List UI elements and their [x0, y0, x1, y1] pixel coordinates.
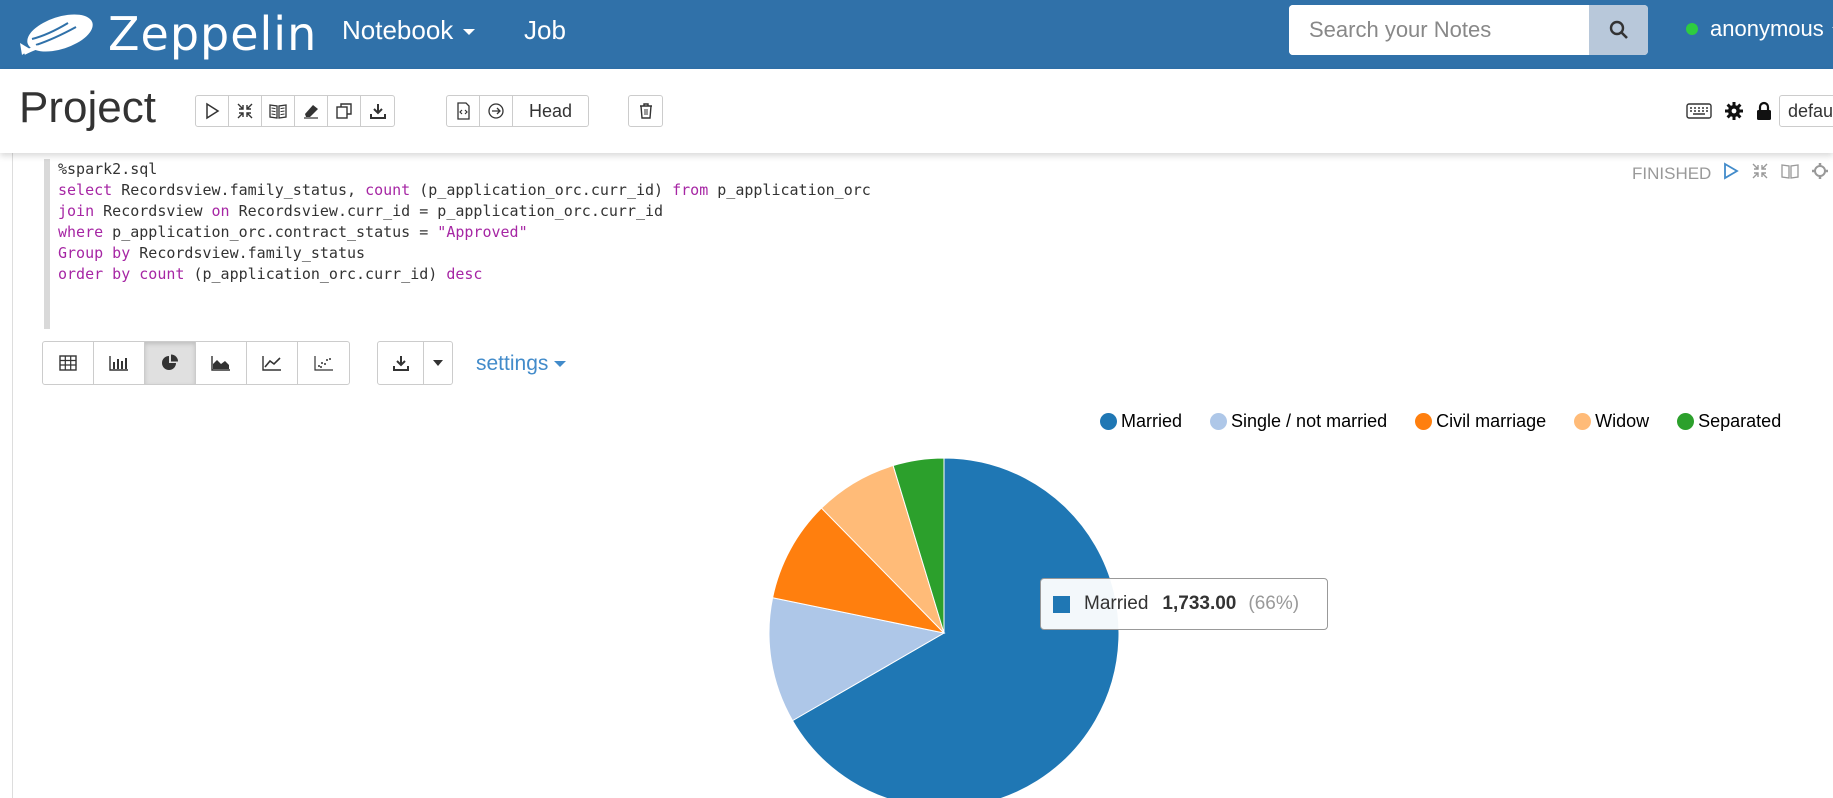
- search-input[interactable]: [1289, 5, 1589, 55]
- gear-icon: [1725, 102, 1743, 120]
- export-note-button[interactable]: [361, 96, 394, 126]
- clone-note-button[interactable]: [328, 96, 361, 126]
- chevron-down-icon: [463, 29, 476, 36]
- search-icon: [1609, 20, 1628, 39]
- job-link[interactable]: Job: [524, 15, 566, 46]
- hide-code-button[interactable]: [229, 96, 262, 126]
- commit-button[interactable]: [447, 96, 480, 126]
- tooltip-percent: (66%): [1248, 593, 1300, 614]
- username: anonymous: [1710, 16, 1824, 41]
- run-all-button[interactable]: [196, 96, 229, 126]
- search-button[interactable]: [1589, 5, 1648, 55]
- note-permissions-button[interactable]: [1756, 101, 1772, 126]
- user-menu[interactable]: anonymous: [1686, 16, 1833, 42]
- note-header: Project Head defau: [0, 69, 1833, 153]
- notebook-menu-label: Notebook: [342, 15, 454, 45]
- tooltip-swatch: [1053, 595, 1070, 613]
- keyboard-shortcut-button[interactable]: [1686, 103, 1712, 124]
- play-icon: [206, 102, 220, 120]
- top-navbar: Zeppelin Notebook Job anonymous: [0, 0, 1833, 69]
- online-status-icon: [1686, 23, 1698, 35]
- head-revision-button[interactable]: Head: [513, 96, 588, 126]
- paragraph: %spark2.sql select Recordsview.family_st…: [0, 153, 1833, 798]
- brand-name: Zeppelin: [108, 7, 318, 61]
- lock-icon: [1757, 101, 1771, 120]
- version-compare-button[interactable]: [480, 96, 513, 126]
- tooltip-value: 1,733.00: [1162, 593, 1237, 614]
- delete-note-button[interactable]: [629, 96, 662, 126]
- keyboard-icon: [1686, 103, 1712, 119]
- pie-chart-area: [0, 153, 1833, 798]
- note-title[interactable]: Project: [19, 83, 156, 133]
- brand[interactable]: Zeppelin: [18, 6, 317, 62]
- tooltip-label: Married: [1084, 593, 1149, 614]
- copy-icon: [336, 103, 352, 119]
- download-icon: [369, 104, 386, 119]
- collapse-icon: [237, 103, 253, 119]
- trash-icon: [639, 103, 652, 119]
- version-control-toolbar: Head: [446, 95, 589, 127]
- file-code-icon: [457, 102, 470, 120]
- zeppelin-logo-icon: [20, 14, 93, 55]
- delete-toolbar: [628, 95, 663, 127]
- search-box: [1289, 5, 1648, 55]
- book-icon: [269, 104, 287, 119]
- eraser-icon: [304, 105, 318, 119]
- notebook-menu[interactable]: Notebook: [342, 15, 476, 46]
- note-settings-icons: [1686, 101, 1772, 126]
- circle-arrow-icon: [488, 103, 504, 119]
- pie-chart: [768, 457, 1120, 798]
- note-action-toolbar: [195, 95, 395, 127]
- clear-output-button[interactable]: [295, 96, 328, 126]
- interpreter-binding-button[interactable]: [1724, 101, 1744, 126]
- chart-tooltip: Married 1,733.00 (66%): [1040, 578, 1328, 630]
- hide-output-button[interactable]: [262, 96, 295, 126]
- display-mode-select[interactable]: defau: [1779, 95, 1833, 127]
